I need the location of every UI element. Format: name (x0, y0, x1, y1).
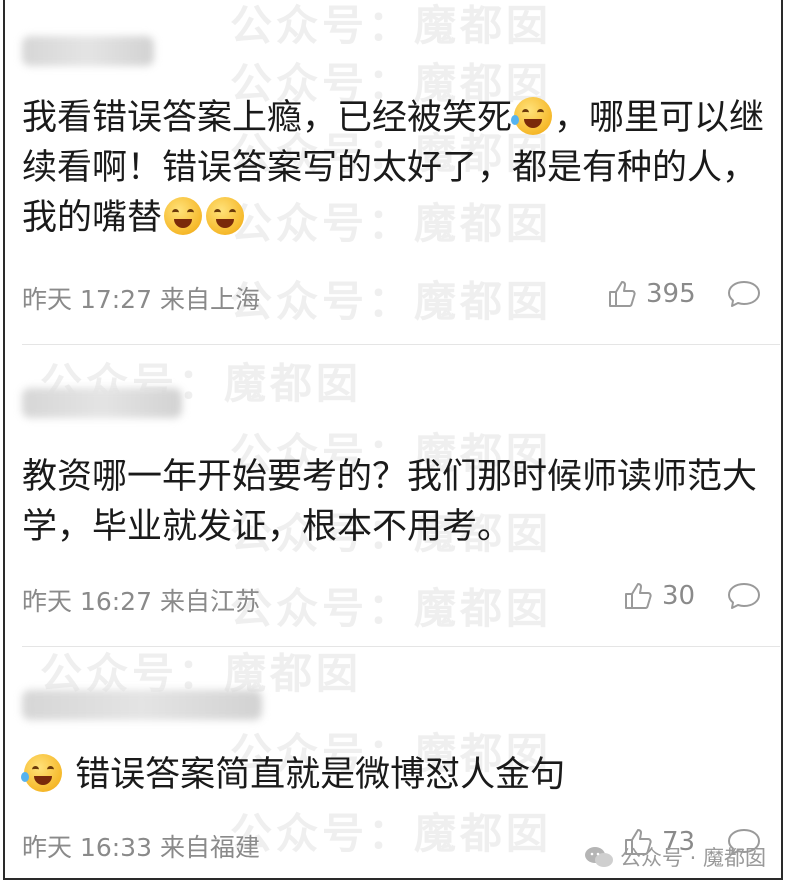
wechat-logo-icon (584, 847, 613, 867)
comment-text: 我看错误答案上瘾，已经被笑死 ，哪里可以继续看啊！错误答案写的太好了，都是有种的人… (22, 97, 765, 238)
like-button[interactable]: 395 (606, 278, 696, 310)
comment-divider (22, 646, 780, 647)
username-blurred[interactable] (22, 388, 182, 418)
thumbs-up-icon (625, 583, 652, 609)
like-button[interactable]: 30 (622, 580, 695, 612)
laughing-tears-emoji-icon (511, 97, 553, 135)
reply-button[interactable] (726, 279, 762, 309)
comment-timestamp: 昨天 16:27 来自江苏 (22, 587, 260, 616)
thumbs-up-icon (609, 281, 636, 307)
like-count: 30 (662, 581, 696, 611)
laughing-tears-emoji-icon (21, 754, 62, 792)
comment-divider (22, 344, 780, 345)
reply-button[interactable] (726, 581, 762, 611)
blushing-hug-emoji-icon (164, 197, 203, 235)
comment-text: 错误答案简直就是微博怼人金句 (21, 750, 770, 800)
wechat-source-label: 公众号 · 魔都囡 (619, 846, 766, 870)
comment-timestamp: 昨天 17:27 来自上海 (22, 285, 260, 314)
username-blurred[interactable] (22, 36, 154, 66)
username-blurred[interactable] (22, 690, 262, 720)
wechat-source-badge: 公众号 · 魔都囡 (584, 842, 766, 872)
comment-timestamp: 昨天 16:33 来自福建 (22, 833, 260, 862)
speech-bubble-icon (728, 583, 760, 609)
comment-text: 教资哪一年开始要考的？我们那时候师读师范大学，毕业就发证，根本不用考。 (22, 457, 758, 547)
heart-eyes-emoji-icon (206, 197, 245, 235)
speech-bubble-icon (728, 281, 760, 307)
like-count: 395 (646, 279, 696, 309)
